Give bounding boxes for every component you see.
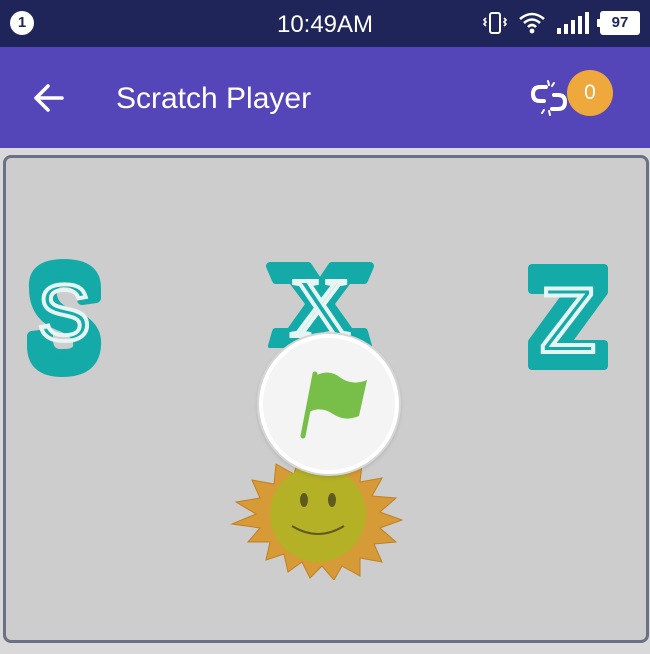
letter-z-text: Z	[540, 270, 596, 372]
status-bar: 1 10:49AM 97	[0, 0, 650, 47]
status-icons: 97	[482, 8, 640, 38]
back-arrow-icon[interactable]	[28, 77, 70, 119]
vibrate-icon	[482, 12, 508, 34]
wifi-icon	[519, 12, 545, 34]
app-title: Scratch Player	[116, 82, 312, 115]
connection-count-badge[interactable]: 0	[567, 70, 613, 116]
letter-s-sprite[interactable]: S	[24, 258, 104, 378]
letter-s-text: S	[37, 268, 90, 357]
broken-link-icon[interactable]	[528, 77, 570, 119]
signal-icon	[557, 12, 589, 34]
stage[interactable]: S X Z	[3, 155, 649, 643]
letter-z-sprite[interactable]: Z	[526, 262, 610, 372]
battery-icon: 97	[597, 11, 640, 35]
app-bar: Scratch Player 0	[0, 47, 650, 148]
green-flag-icon	[300, 371, 367, 439]
green-flag-button[interactable]	[259, 334, 399, 474]
